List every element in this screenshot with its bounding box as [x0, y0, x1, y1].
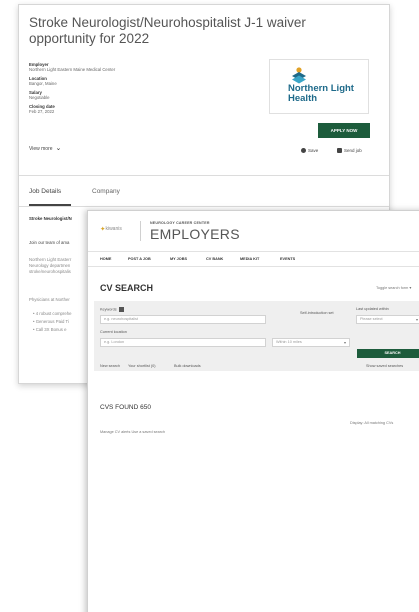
envelope-icon [337, 148, 342, 154]
star-icon [301, 148, 306, 154]
active-tab-indicator [29, 204, 71, 206]
saved-searches-link[interactable]: Show saved searches [366, 364, 403, 368]
job-body-paragraph: Northern Light Easterr Neurology departm… [29, 257, 72, 274]
nav-my-jobs[interactable]: MY JOBS [170, 257, 187, 261]
meta-value: Bangor, Maine [29, 81, 57, 86]
display-filter[interactable]: Display: All matching CVs [350, 421, 393, 425]
nav-media-kit[interactable]: MEDIA KIT [240, 257, 259, 261]
location-input[interactable]: e.g. London [100, 338, 266, 347]
job-title: Stroke Neurologist/Neurohospitalist J-1 … [29, 15, 306, 46]
employers-title: EMPLOYERS [150, 226, 240, 242]
send-label: Send job [344, 148, 362, 153]
screenshot-stage: Stroke Neurologist/Neurohospitalist J-1 … [0, 0, 419, 612]
cv-search-form: Keywords e.g. neurohospitalist Self-intr… [94, 301, 419, 371]
cv-search-card: ✦kiwanis NEUROLOGY CAREER CENTER EMPLOYE… [87, 210, 419, 612]
divider [19, 175, 389, 176]
last-updated-label: Last updated within [356, 307, 389, 311]
bulk-downloads-link[interactable]: Bulk downloads [174, 364, 201, 368]
view-more-label: View more [29, 146, 53, 152]
apply-now-button[interactable]: APPLY NOW [318, 123, 370, 138]
meta-salary: Salary Negotiable [29, 90, 209, 100]
save-job-link[interactable]: Save [301, 148, 319, 154]
job-benefits-list: • 4 robust comprehe • Generous Paid Ti •… [33, 310, 72, 334]
keywords-input[interactable]: e.g. neurohospitalist [100, 315, 266, 324]
brand-divider [140, 221, 141, 241]
results-count: CVS FOUND 650 [100, 404, 151, 411]
meta-value: Feb 27, 2022 [29, 109, 55, 114]
hint-text: Self-introduction set [300, 311, 334, 315]
nav-post-a-job[interactable]: POST A JOB [128, 257, 151, 261]
job-body-paragraph: Join our team of ama [29, 240, 70, 245]
list-item: • Generous Paid Ti [33, 319, 69, 324]
search-button[interactable]: SEARCH [357, 349, 419, 358]
manage-alerts-links[interactable]: Manage CV alerts Use a saved search [100, 430, 165, 434]
meta-value: Northern Light Eastern Maine Medical Cen… [29, 67, 116, 72]
job-body-heading: Stroke Neurologist/N [29, 216, 72, 221]
tab-company[interactable]: Company [92, 188, 120, 195]
employer-logo[interactable]: Northern Light Health [269, 59, 369, 114]
last-updated-value: Please select [360, 317, 383, 321]
keywords-label-text: Keywords [100, 307, 117, 312]
network-name: NEUROLOGY CAREER CENTER [150, 221, 210, 225]
nav-home[interactable]: HOME [100, 257, 111, 261]
distance-select[interactable]: Within 10 miles ▾ [272, 338, 350, 347]
list-item: • Call 3X Bonus e [33, 327, 67, 332]
job-tabs: Job Details Company [19, 183, 389, 207]
distance-value: Within 10 miles [276, 340, 302, 344]
job-meta: Employer Northern Light Eastern Maine Me… [29, 62, 209, 118]
meta-employer: Employer Northern Light Eastern Maine Me… [29, 62, 209, 72]
tab-job-details[interactable]: Job Details [29, 188, 61, 195]
info-icon [118, 307, 124, 312]
site-logo-text: kiwanis [105, 226, 122, 232]
nav-events[interactable]: EVENTS [280, 257, 295, 261]
toggle-search-form-link[interactable]: Toggle search form ▾ [376, 285, 411, 290]
new-search-link[interactable]: New search [100, 364, 120, 368]
nav-cv-bank[interactable]: CV BANK [206, 257, 223, 261]
location-label: Current location [100, 330, 127, 334]
list-item: • 4 robust comprehe [33, 311, 72, 316]
meta-closing-date: Closing date Feb 27, 2022 [29, 104, 209, 114]
page-title: CV SEARCH [100, 283, 154, 293]
chevron-down-icon: ▾ [415, 317, 418, 322]
site-logo[interactable]: ✦kiwanis [100, 225, 122, 233]
employer-logo-text: Northern Light Health [288, 83, 354, 104]
chevron-down-icon: ⌄ [55, 145, 62, 153]
meta-location: Location Bangor, Maine [29, 76, 209, 86]
keywords-label: Keywords [100, 307, 124, 312]
view-more-link[interactable]: View more ⌄ [29, 145, 62, 153]
meta-value: Negotiable [29, 95, 50, 100]
main-nav: HOME POST A JOB MY JOBS CV BANK MEDIA KI… [88, 251, 419, 267]
job-body-paragraph: Physicians at Norther [29, 297, 70, 302]
chevron-down-icon: ▾ [343, 340, 346, 345]
send-job-link[interactable]: Send job [337, 148, 362, 154]
save-label: Save [308, 148, 319, 153]
shortlist-link[interactable]: Your shortlist (0) [128, 364, 156, 368]
last-updated-select[interactable]: Please select ▾ [356, 315, 419, 324]
